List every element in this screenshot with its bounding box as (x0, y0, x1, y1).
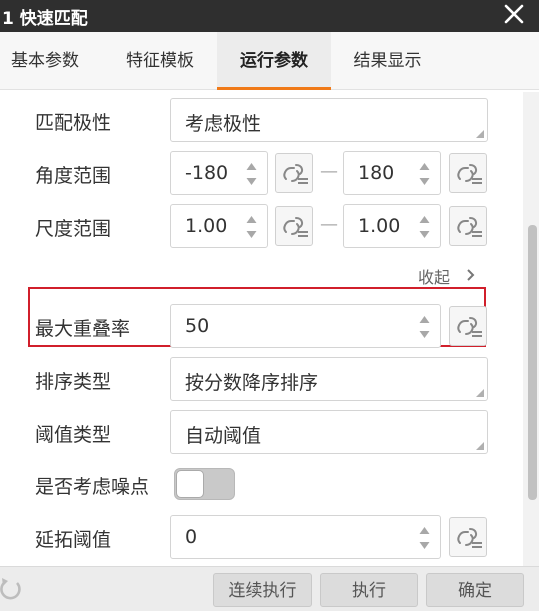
spinner-arrows-icon[interactable] (246, 213, 257, 241)
link-icon (457, 164, 482, 184)
range-separator: — (320, 161, 338, 182)
title-bar: 1 快速匹配 (0, 0, 539, 32)
scrollbar-thumb[interactable] (528, 225, 537, 500)
angle-max-value: 180 (358, 162, 395, 184)
match-polarity-value: 考虑极性 (185, 113, 262, 135)
consider-noise-label: 是否考虑噪点 (35, 476, 150, 498)
threshold-type-select[interactable]: 自动阈值 (170, 410, 488, 454)
link-scale-button[interactable] (275, 206, 313, 246)
link-icon (283, 164, 308, 184)
scale-max-stepper[interactable]: 1.00 (343, 204, 441, 248)
scale-range-label: 尺度范围 (35, 218, 112, 240)
range-separator: — (320, 214, 338, 235)
extend-threshold-value: 0 (185, 526, 198, 548)
scale-min-value: 1.00 (185, 215, 228, 237)
tab-basic-params[interactable]: 基本参数 (0, 32, 90, 90)
execute-button[interactable]: 执行 (320, 573, 418, 607)
sort-type-label: 排序类型 (35, 371, 112, 393)
link-angle-max-button[interactable] (449, 153, 487, 193)
dropdown-corner-icon (476, 130, 484, 138)
match-polarity-label: 匹配极性 (35, 112, 112, 134)
dropdown-corner-icon (476, 442, 484, 450)
link-angle-button[interactable] (275, 153, 313, 193)
scale-max-value: 1.00 (358, 215, 401, 237)
dropdown-corner-icon (476, 389, 484, 397)
link-scale-max-button[interactable] (449, 206, 487, 246)
refresh-icon[interactable] (0, 577, 22, 601)
link-icon (457, 528, 482, 548)
toggle-knob (176, 470, 204, 498)
continuous-execute-button[interactable]: 连续执行 (213, 573, 312, 607)
row-scale-range: 尺度范围 1.00 — 1.00 (0, 204, 505, 250)
row-sort-type: 排序类型 按分数降序排序 (0, 357, 505, 403)
row-extend-threshold: 延拓阈值 0 (0, 515, 505, 561)
max-overlap-stepper[interactable]: 50 (170, 304, 441, 348)
tab-bar: 基本参数 特征模板 运行参数 结果显示 (0, 32, 539, 90)
spinner-arrows-icon[interactable] (419, 160, 430, 188)
footer-bar: 连续执行 执行 确定 (0, 566, 539, 611)
angle-min-stepper[interactable]: -180 (170, 151, 268, 195)
tab-run-params[interactable]: 运行参数 (217, 32, 331, 90)
max-overlap-label: 最大重叠率 (35, 318, 131, 340)
scale-min-stepper[interactable]: 1.00 (170, 204, 268, 248)
link-icon (283, 217, 308, 237)
row-angle-range: 角度范围 -180 — 180 (0, 151, 505, 197)
collapse-label: 收起 (418, 268, 451, 287)
sort-type-value: 按分数降序排序 (185, 372, 319, 394)
spinner-arrows-icon[interactable] (419, 524, 430, 552)
angle-min-value: -180 (185, 162, 229, 184)
match-polarity-select[interactable]: 考虑极性 (170, 98, 488, 142)
link-icon (457, 217, 482, 237)
threshold-type-value: 自动阈值 (185, 425, 262, 447)
row-max-overlap: 最大重叠率 50 (0, 304, 505, 350)
tab-result-display[interactable]: 结果显示 (335, 32, 440, 90)
window-title: 1 快速匹配 (2, 9, 88, 29)
threshold-type-label: 阈值类型 (35, 424, 112, 446)
row-consider-noise: 是否考虑噪点 (0, 462, 505, 508)
link-icon (457, 317, 482, 337)
spinner-arrows-icon[interactable] (419, 213, 430, 241)
spinner-arrows-icon[interactable] (246, 160, 257, 188)
angle-max-stepper[interactable]: 180 (343, 151, 441, 195)
consider-noise-toggle[interactable] (174, 468, 235, 500)
spinner-arrows-icon[interactable] (419, 313, 430, 341)
link-overlap-button[interactable] (449, 306, 487, 346)
angle-range-label: 角度范围 (35, 165, 112, 187)
close-icon[interactable] (503, 3, 525, 25)
collapse-link[interactable]: 收起 (418, 264, 475, 288)
confirm-button[interactable]: 确定 (426, 573, 524, 607)
link-extend-button[interactable] (449, 517, 487, 557)
tab-feature-template[interactable]: 特征模板 (105, 32, 215, 90)
row-match-polarity: 匹配极性 考虑极性 (0, 98, 505, 144)
extend-threshold-stepper[interactable]: 0 (170, 515, 441, 559)
row-threshold-type: 阈值类型 自动阈值 (0, 410, 505, 456)
max-overlap-value: 50 (185, 315, 210, 337)
sort-type-select[interactable]: 按分数降序排序 (170, 357, 488, 401)
chevron-right-icon (467, 269, 475, 281)
extend-threshold-label: 延拓阈值 (35, 529, 112, 551)
